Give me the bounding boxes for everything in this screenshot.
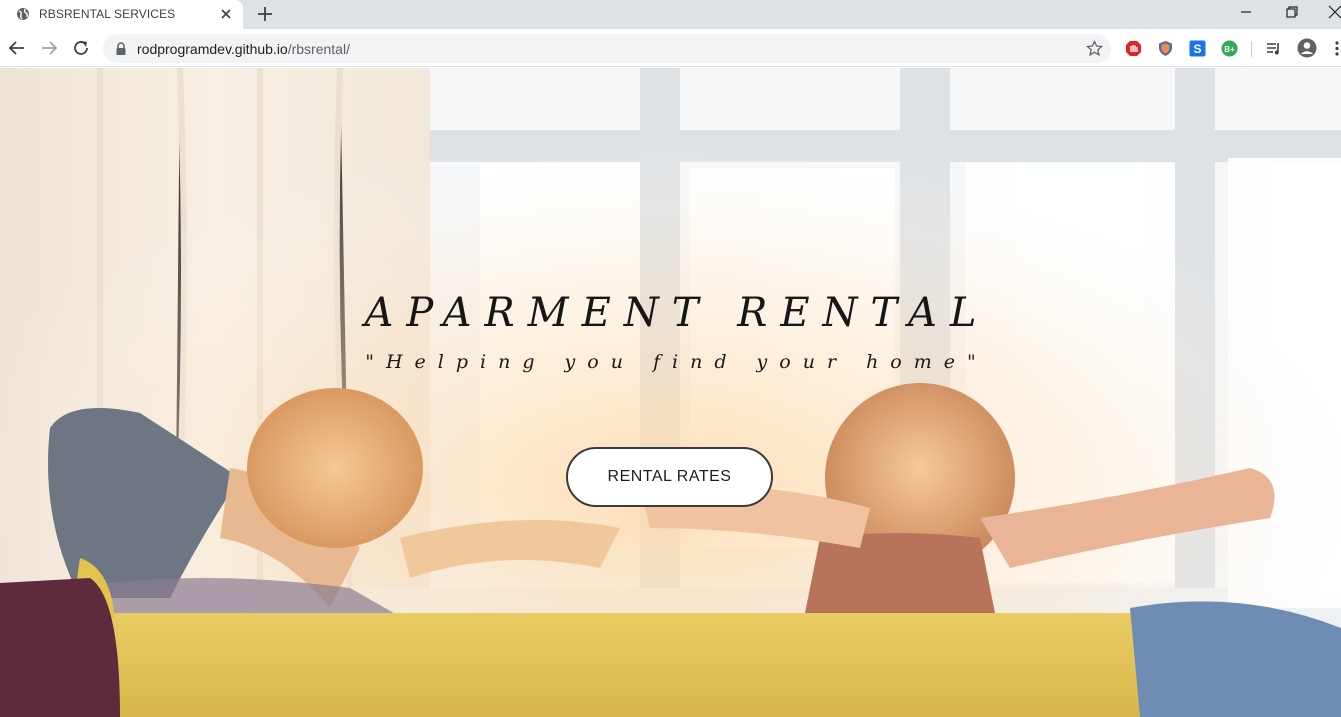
- bookmark-star-icon[interactable]: [1086, 40, 1103, 57]
- new-tab-icon[interactable]: [256, 5, 274, 23]
- address-bar[interactable]: rodprogramdev.github.io/rbsrental/: [103, 34, 1111, 63]
- s-extension-icon[interactable]: S: [1189, 40, 1206, 57]
- rental-rates-button[interactable]: RENTAL RATES: [566, 447, 773, 507]
- back-arrow-icon[interactable]: [8, 39, 26, 57]
- minimize-icon[interactable]: [1238, 4, 1254, 20]
- lock-icon[interactable]: [115, 42, 127, 55]
- globe-icon: [17, 8, 29, 20]
- restore-icon[interactable]: [1284, 4, 1300, 20]
- page-viewport: APARMENT RENTAL "Helping you find your h…: [0, 68, 1341, 717]
- forward-arrow-icon[interactable]: [40, 39, 58, 57]
- url-text[interactable]: rodprogramdev.github.io/rbsrental/: [137, 41, 350, 57]
- url-path: /rbsrental/: [287, 41, 350, 57]
- media-queue-icon[interactable]: [1265, 40, 1282, 57]
- browser-toolbar: rodprogramdev.github.io/rbsrental/ S B+: [0, 29, 1341, 67]
- close-window-icon[interactable]: [1327, 4, 1341, 20]
- close-tab-icon[interactable]: [219, 7, 233, 21]
- hero-title: APARMENT RENTAL: [364, 290, 990, 336]
- hero-section: APARMENT RENTAL "Helping you find your h…: [0, 68, 1341, 717]
- url-host: rodprogramdev.github.io: [137, 41, 288, 57]
- reload-icon[interactable]: [72, 39, 90, 57]
- profile-avatar-icon[interactable]: [1297, 38, 1317, 58]
- browser-tab[interactable]: RBSRENTAL SERVICES: [0, 0, 243, 29]
- tab-strip: RBSRENTAL SERVICES: [0, 0, 1341, 29]
- svg-text:S: S: [1193, 42, 1201, 56]
- hero-subtitle: "Helping you find your home": [365, 351, 988, 373]
- toolbar-separator: [1251, 41, 1252, 57]
- b-plus-extension-icon[interactable]: B+: [1221, 40, 1238, 57]
- svg-text:B+: B+: [1224, 45, 1235, 54]
- more-menu-icon[interactable]: [1333, 40, 1341, 57]
- adblock-icon[interactable]: [1125, 40, 1142, 57]
- shield-extension-icon[interactable]: [1157, 40, 1174, 57]
- tab-title: RBSRENTAL SERVICES: [39, 7, 176, 21]
